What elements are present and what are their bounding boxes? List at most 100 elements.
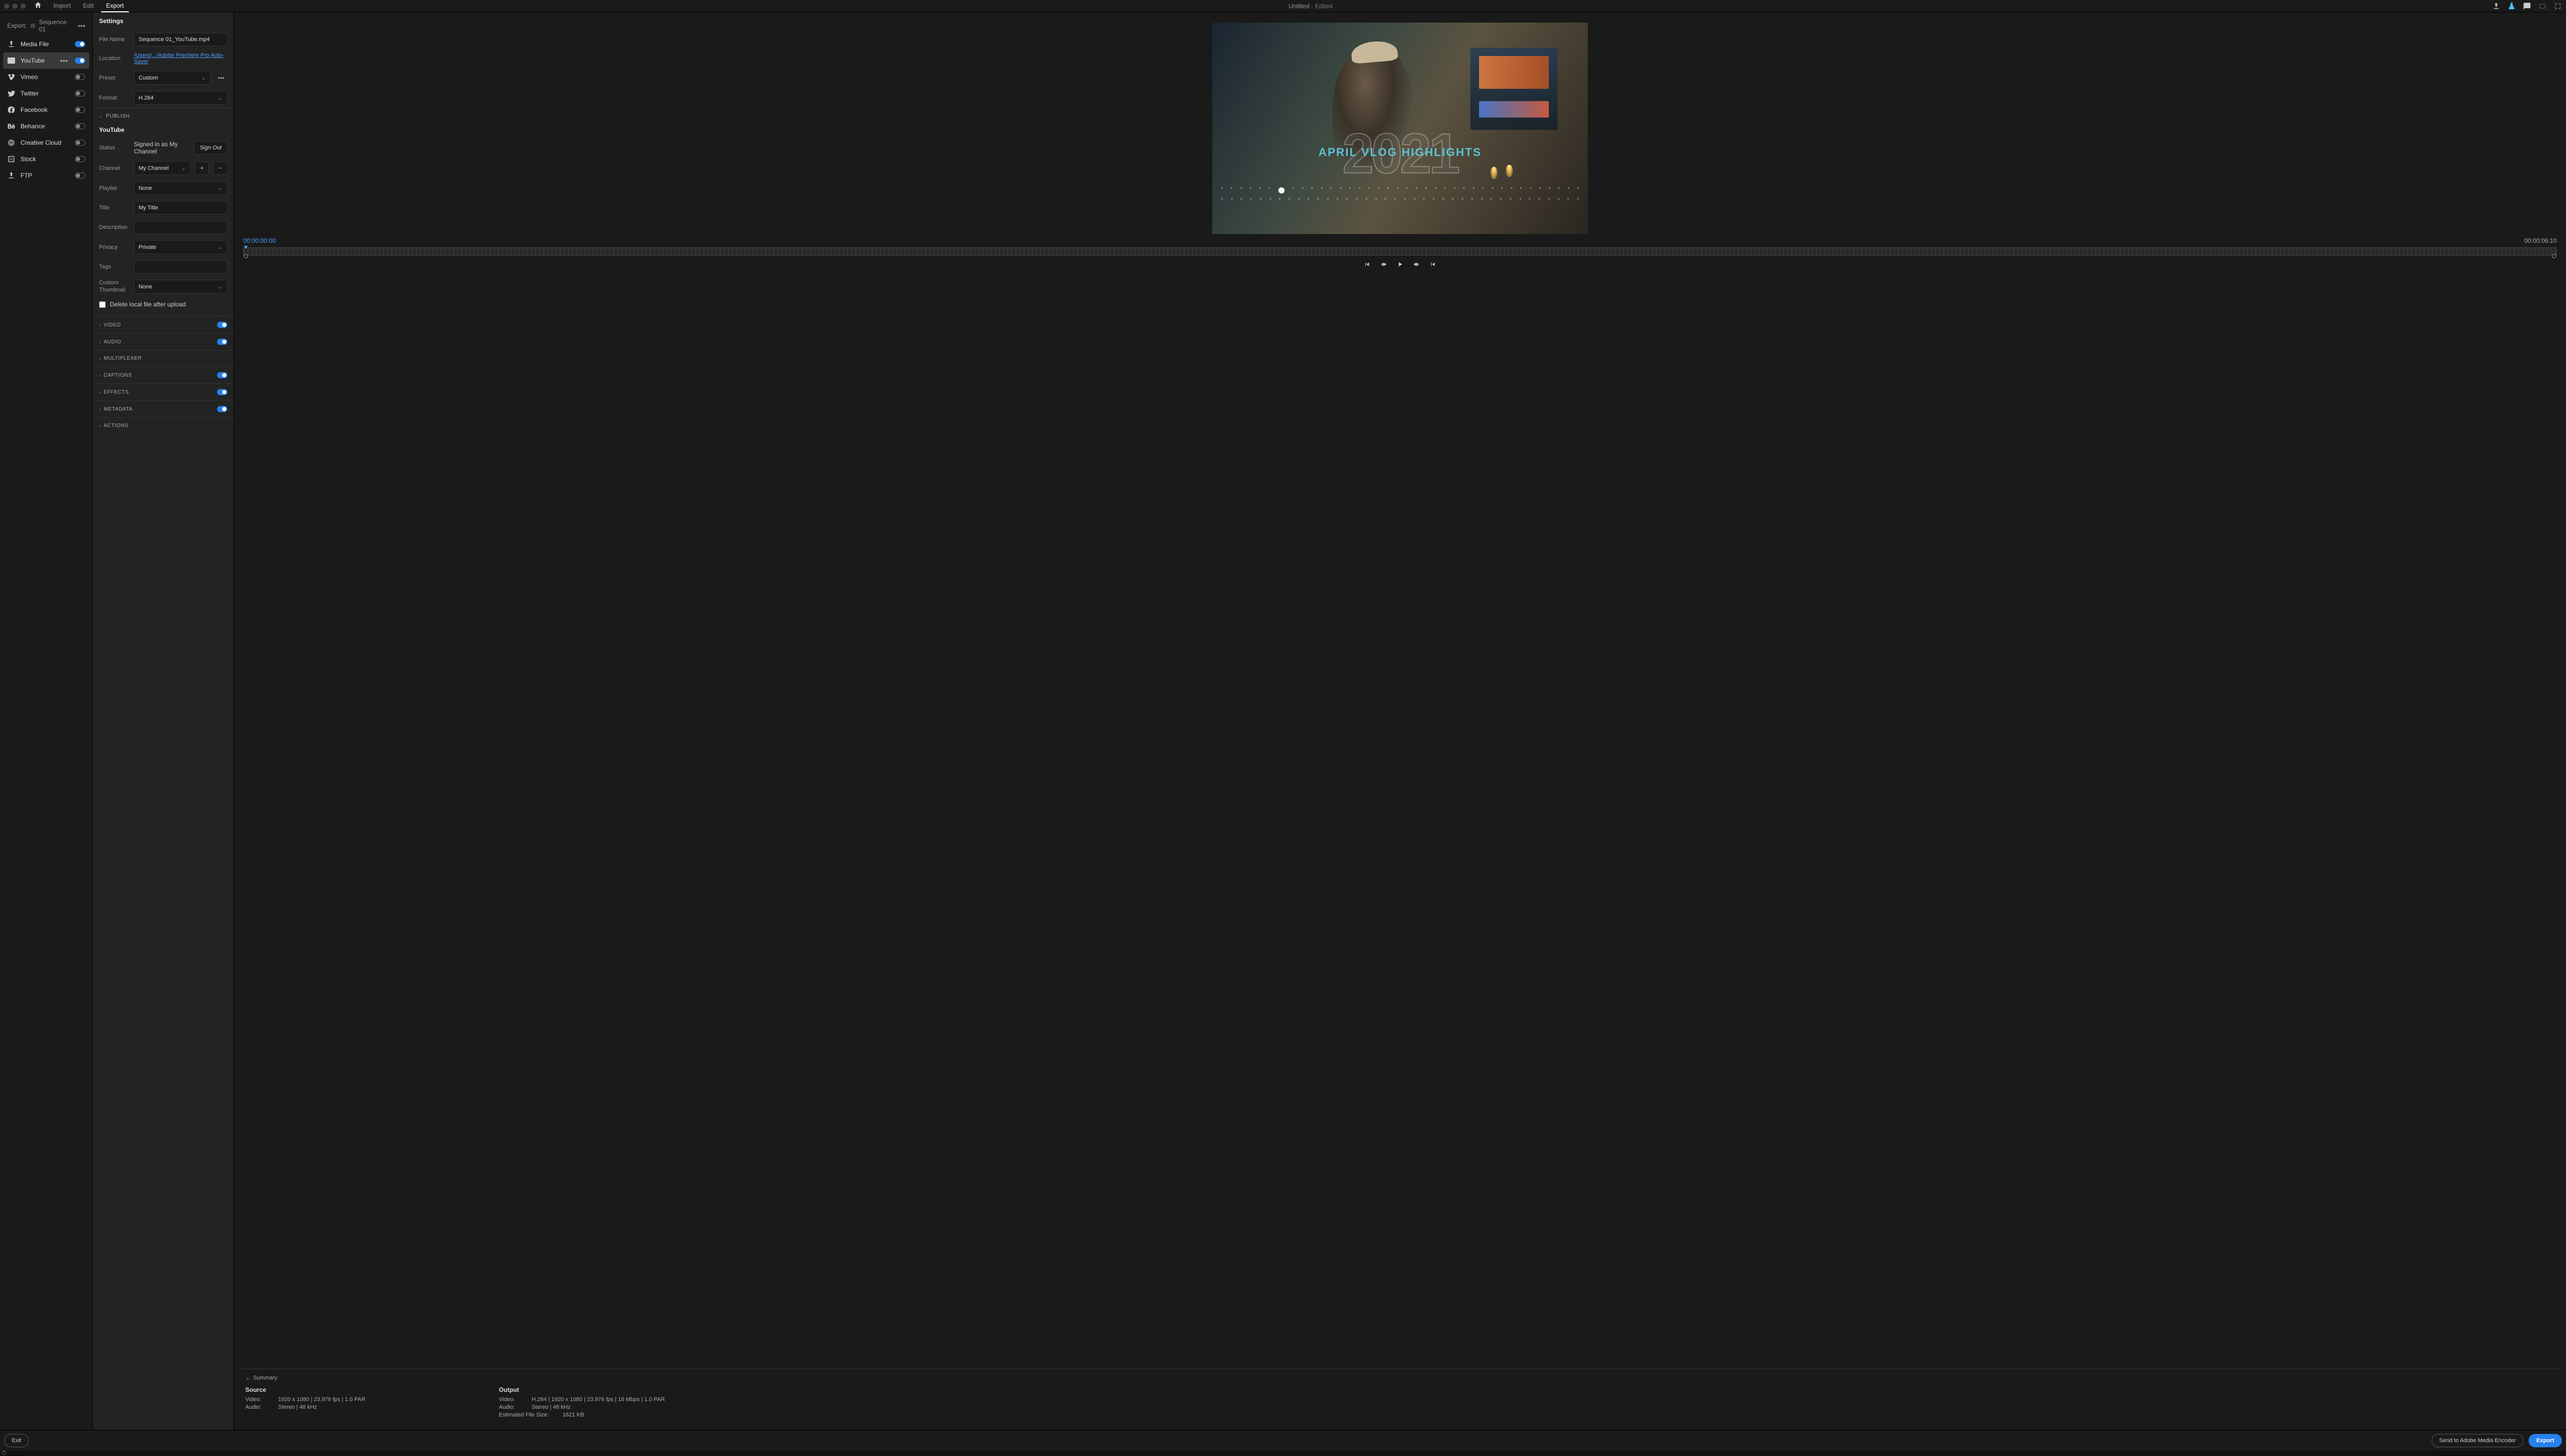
channel-add-button[interactable]: + (195, 162, 209, 175)
location-link[interactable]: /Users/.../Adobe Premiere Pro Auto-Save/ (134, 52, 227, 65)
fullscreen-icon[interactable] (2554, 2, 2562, 10)
share-icon[interactable] (2492, 2, 2500, 10)
dest-stock[interactable]: St Stock (3, 151, 89, 167)
delete-local-checkbox[interactable] (99, 301, 106, 308)
dest-label: YouTube (21, 57, 55, 64)
traffic-max[interactable] (21, 4, 26, 9)
channel-remove-button[interactable]: − (213, 162, 227, 175)
section-publish-header[interactable]: ⌄ PUBLISH (93, 108, 234, 124)
timecode-out[interactable]: 00:00:06:10 (2524, 237, 2557, 244)
section-effects-header[interactable]: › EFFECTS (93, 384, 234, 400)
beaker-icon[interactable] (2507, 2, 2516, 10)
channel-select[interactable]: My Channel ⌄ (134, 161, 190, 175)
dest-vimeo[interactable]: Vimeo (3, 69, 89, 85)
scrubber[interactable] (243, 247, 2557, 256)
dest-ftp[interactable]: FTP (3, 167, 89, 184)
section-metadata-header[interactable]: › METADATA (93, 401, 234, 417)
chat-icon[interactable] (2523, 2, 2531, 10)
go-to-out-button[interactable] (1429, 261, 1436, 269)
source-more-icon[interactable]: ••• (77, 22, 85, 30)
section-video-header[interactable]: › VIDEO (93, 317, 234, 333)
section-toggle[interactable] (217, 322, 227, 328)
filename-input[interactable] (134, 33, 227, 46)
play-button[interactable] (1396, 261, 1404, 269)
section-toggle[interactable] (217, 372, 227, 378)
timecode-in[interactable]: 00:00:00:00 (243, 237, 276, 244)
output-title: Output (499, 1386, 665, 1393)
title-row: Title (93, 198, 234, 218)
dest-toggle[interactable] (75, 107, 85, 113)
dest-toggle[interactable] (75, 90, 85, 96)
tab-edit[interactable]: Edit (78, 0, 99, 12)
scene-candle (1506, 165, 1513, 177)
tab-export[interactable]: Export (101, 0, 129, 12)
section-toggle[interactable] (217, 389, 227, 395)
dest-toggle[interactable] (75, 123, 85, 129)
privacy-value: Private (139, 244, 156, 250)
dest-toggle[interactable] (75, 156, 85, 162)
privacy-label: Privacy (99, 244, 130, 250)
section-actions-header[interactable]: › ACTIONS (93, 418, 234, 434)
dest-toggle[interactable] (75, 74, 85, 80)
dest-behance[interactable]: Behance (3, 118, 89, 134)
thumbnail-select[interactable]: None ⌄ (134, 280, 227, 294)
dest-youtube[interactable]: YouTube ••• (3, 52, 89, 69)
description-input[interactable] (134, 221, 227, 234)
playhead-icon[interactable] (244, 246, 248, 249)
source-name[interactable]: Sequence 01 (39, 18, 74, 33)
thumbnail-value: None (139, 284, 152, 290)
step-forward-button[interactable] (1413, 261, 1420, 269)
playlist-row: Playlist None ⌄ (93, 178, 234, 198)
section-toggle[interactable] (217, 406, 227, 412)
dest-toggle[interactable] (75, 172, 85, 179)
dest-more-icon[interactable]: ••• (60, 56, 68, 65)
section-audio: › AUDIO (93, 333, 234, 350)
export-source-header: Export: Sequence 01 ••• (3, 15, 89, 36)
workspace-tabs: Import Edit Export (48, 0, 129, 12)
dest-toggle[interactable] (75, 57, 85, 64)
window-icon[interactable] (2538, 2, 2546, 10)
section-captions-header[interactable]: › CAPTIONS (93, 367, 234, 383)
section-multiplexer-header[interactable]: › MULTIPLEXER (93, 351, 234, 366)
privacy-select[interactable]: Private ⌄ (134, 240, 227, 254)
output-filesize-value: 1621 KB (562, 1412, 584, 1418)
tab-import[interactable]: Import (48, 0, 76, 12)
dest-media-file[interactable]: Media File (3, 36, 89, 52)
section-audio-header[interactable]: › AUDIO (93, 334, 234, 350)
source-title: Source (245, 1386, 365, 1393)
export-button[interactable]: Export (2529, 1434, 2562, 1447)
dest-toggle[interactable] (75, 140, 85, 146)
step-back-button[interactable] (1380, 261, 1387, 269)
send-to-ame-button[interactable]: Send to Adobe Media Encoder (2432, 1434, 2523, 1447)
out-marker[interactable] (2552, 254, 2556, 258)
traffic-min[interactable] (12, 4, 17, 9)
section-effects: › EFFECTS (93, 383, 234, 400)
section-label: CAPTIONS (104, 373, 132, 378)
export-label: Export: (7, 22, 27, 29)
section-toggle[interactable] (217, 339, 227, 345)
dest-twitter[interactable]: Twitter (3, 85, 89, 102)
channel-value: My Channel (139, 165, 169, 171)
format-select[interactable]: H.264 ⌄ (134, 91, 227, 105)
playlist-select[interactable]: None ⌄ (134, 181, 227, 195)
chevron-right-icon: › (99, 423, 101, 429)
preset-select[interactable]: Custom ⌄ (134, 71, 210, 85)
dest-facebook[interactable]: Facebook (3, 102, 89, 118)
in-marker[interactable] (244, 254, 248, 258)
chevron-down-icon: ⌄ (218, 283, 223, 290)
summary-header[interactable]: ⌄ Summary (245, 1374, 2555, 1381)
dest-creative-cloud[interactable]: Creative Cloud (3, 134, 89, 151)
go-to-in-button[interactable] (1364, 261, 1371, 269)
title-input[interactable] (134, 201, 227, 215)
traffic-close[interactable] (4, 4, 9, 9)
source-icon (30, 23, 36, 29)
home-icon[interactable] (34, 1, 42, 11)
tags-input[interactable] (134, 260, 227, 274)
dest-toggle[interactable] (75, 41, 85, 47)
exit-button[interactable]: Exit (4, 1434, 29, 1447)
preset-more-icon[interactable]: ••• (215, 71, 227, 85)
signout-button[interactable]: Sign Out (194, 141, 227, 154)
settings-panel: Settings File Name Location /Users/.../A… (92, 12, 234, 1430)
overlay-dots (1212, 198, 1588, 200)
video-preview[interactable]: 2021 APRIL VLOG HIGHLIGHTS (1212, 23, 1588, 234)
